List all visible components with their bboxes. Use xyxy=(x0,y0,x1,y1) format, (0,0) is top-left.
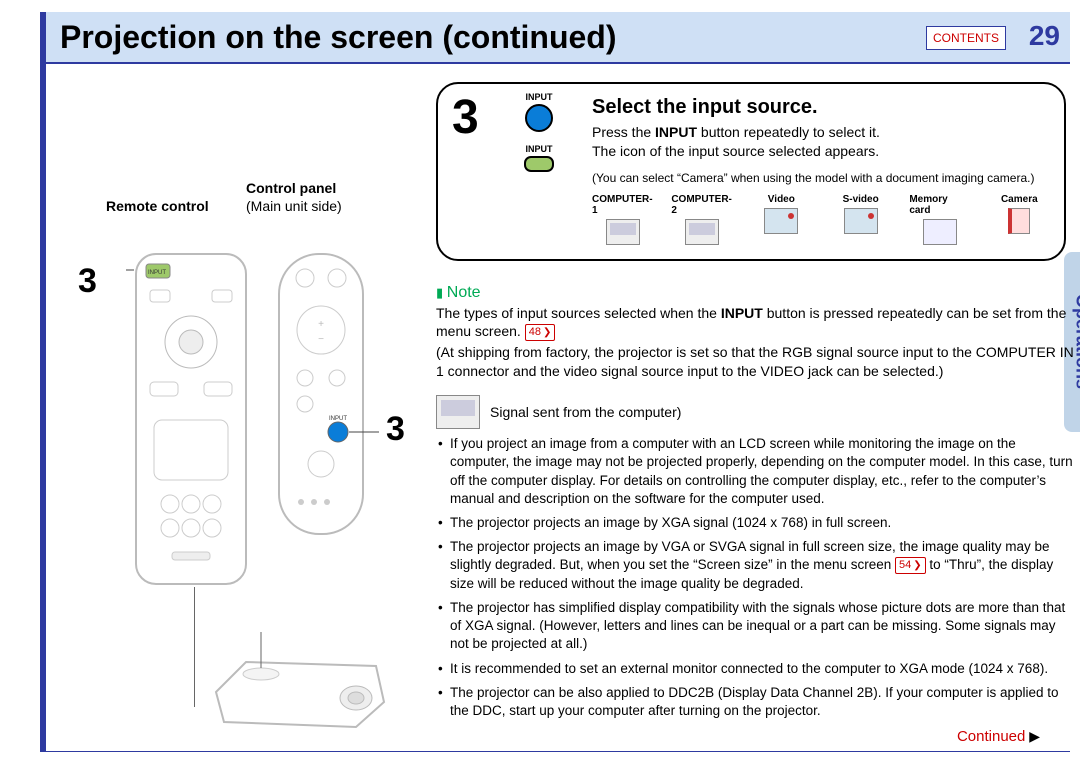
svg-text:INPUT: INPUT xyxy=(329,416,347,422)
bullet-item: The projector projects an image by VGA o… xyxy=(436,538,1076,593)
bullet-item: The projector projects an image by XGA s… xyxy=(436,514,1076,532)
step-paren: (You can select “Camera” when using the … xyxy=(592,171,1050,187)
note-p1: The types of input sources selected when… xyxy=(436,304,1076,342)
projector-icon xyxy=(206,632,396,742)
bullet-list: If you project an image from a computer … xyxy=(436,435,1076,720)
input-buttons-icon: INPUT INPUT xyxy=(504,92,574,174)
page-header: Projection on the screen (continued) CON… xyxy=(46,12,1070,64)
source-computer2: COMPUTER-2 xyxy=(671,194,732,245)
step-title: Select the input source. xyxy=(592,96,1050,119)
control-panel-icon: + − INPUT xyxy=(261,252,381,542)
step-number: 3 xyxy=(452,90,479,145)
note-section: Note The types of input sources selected… xyxy=(436,282,1076,726)
source-svideo: S-video xyxy=(830,194,891,245)
source-computer1: COMPUTER-1 xyxy=(592,194,653,245)
source-row: COMPUTER-1 COMPUTER-2 Video S-video Memo… xyxy=(592,194,1050,245)
svg-text:−: − xyxy=(318,334,324,345)
svg-text:INPUT: INPUT xyxy=(148,270,166,276)
bullet-item: The projector has simplified display com… xyxy=(436,599,1076,654)
bullet-item: If you project an image from a computer … xyxy=(436,435,1076,508)
step-marker-remote: 3 xyxy=(78,262,97,301)
bullet-item: It is recommended to set an external mon… xyxy=(436,660,1076,678)
bullet-item: The projector can be also applied to DDC… xyxy=(436,684,1076,720)
step-text: Press the INPUT button repeatedly to sel… xyxy=(592,123,1050,161)
step-box: 3 INPUT INPUT Select the input source. P… xyxy=(436,82,1066,261)
remote-control-icon: INPUT xyxy=(126,252,256,592)
source-camera: Camera xyxy=(989,194,1050,245)
connector-line xyxy=(194,587,195,707)
source-memory: Memory card xyxy=(909,194,970,245)
note-heading: Note xyxy=(436,282,1076,304)
note-p2: (At shipping from factory, the projector… xyxy=(436,343,1076,381)
page-ref-54[interactable]: 54 xyxy=(895,557,926,574)
page-ref-48[interactable]: 48 xyxy=(525,324,556,341)
page-title: Projection on the screen (continued) xyxy=(60,19,617,56)
source-video: Video xyxy=(751,194,812,245)
panel-label: Control panel xyxy=(246,180,336,196)
manual-page: Projection on the screen (continued) CON… xyxy=(40,12,1070,752)
svg-text:+: + xyxy=(318,319,324,330)
contents-button[interactable]: CONTENTS xyxy=(926,26,1006,50)
computer-icon xyxy=(436,395,480,429)
remote-label: Remote control xyxy=(106,198,209,214)
page-number: 29 xyxy=(1029,20,1060,52)
step-marker-panel: 3 xyxy=(386,410,405,449)
continued-link[interactable]: Continued xyxy=(957,728,1040,745)
main-unit-label: (Main unit side) xyxy=(246,198,342,214)
signal-row: Signal sent from the computer) xyxy=(436,395,1076,429)
